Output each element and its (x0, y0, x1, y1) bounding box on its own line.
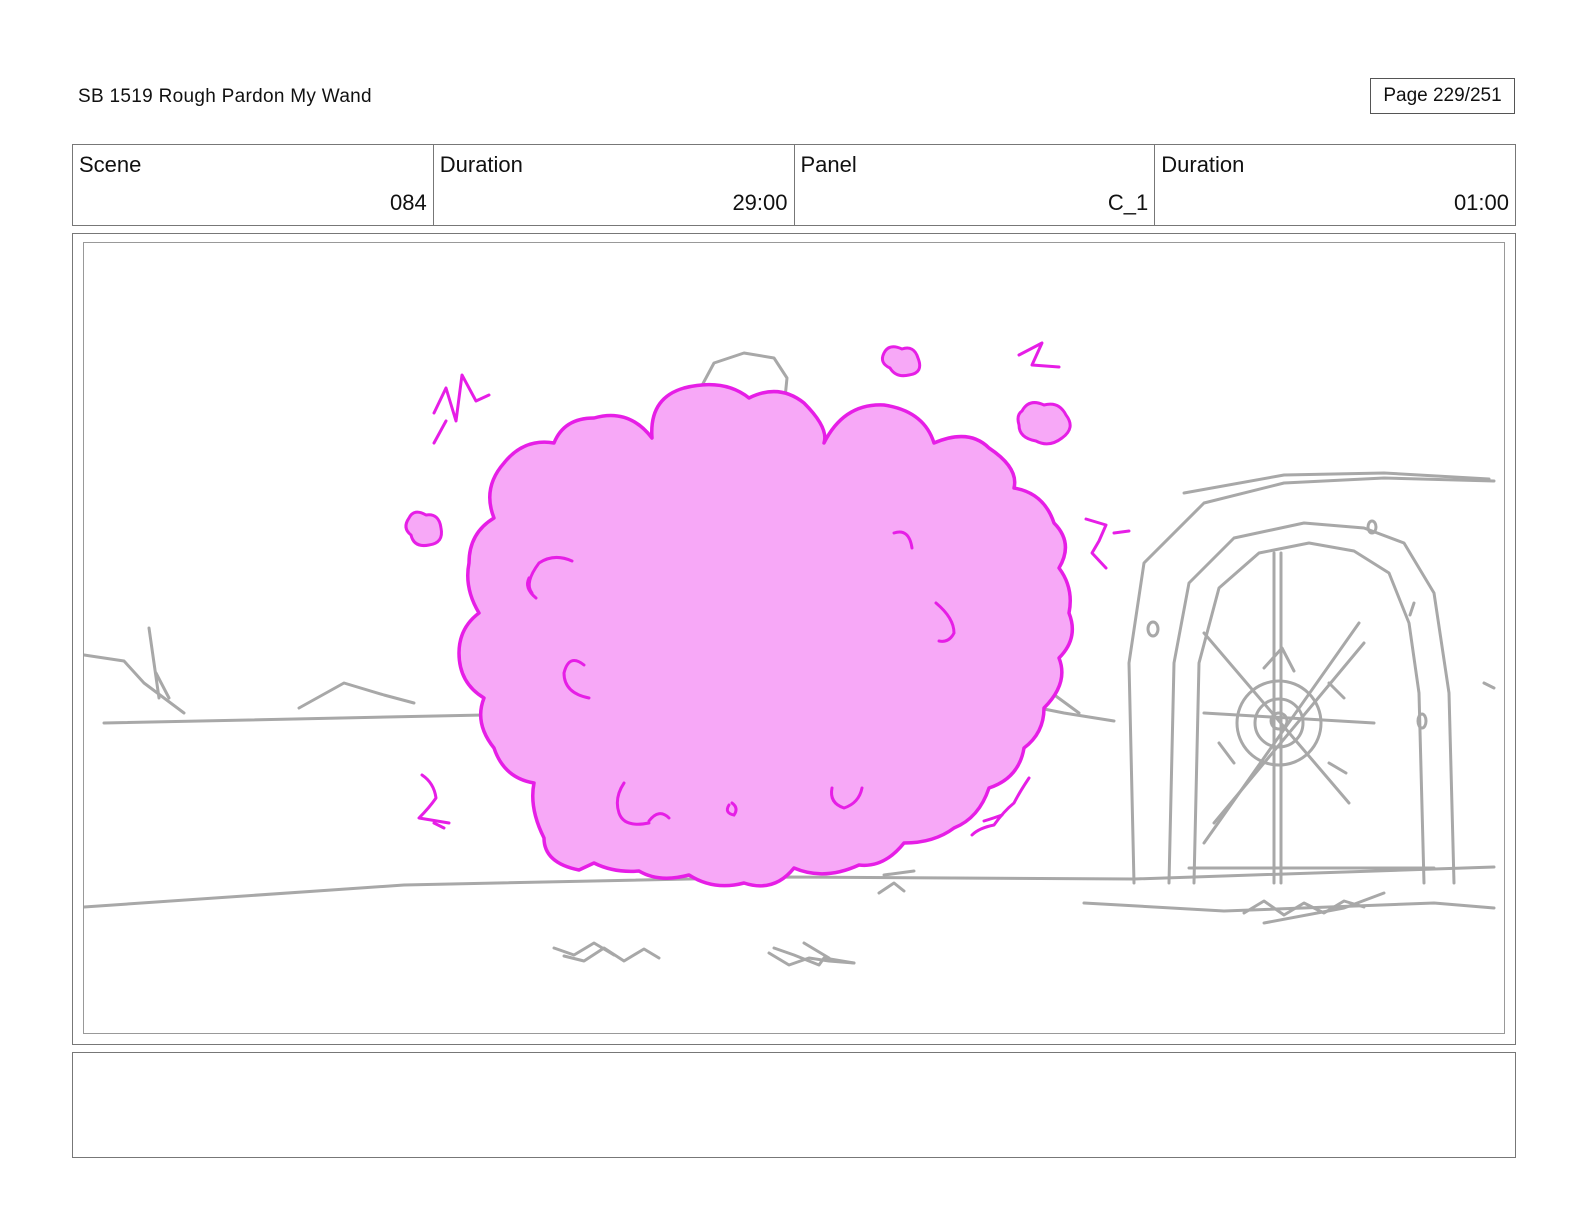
panel-duration-value: 01:00 (1453, 190, 1509, 215)
scene-value: 084 (390, 190, 427, 215)
page-number: Page 229/251 (1370, 78, 1515, 114)
scene-duration-value: 29:00 (732, 190, 788, 215)
scene-cell: Scene 084 (73, 145, 434, 225)
magic-cloud (457, 382, 1075, 888)
storyboard-panel-frame (72, 233, 1516, 1045)
panel-cell: Panel C_1 (795, 145, 1156, 225)
panel-info-table: Scene 084 Duration 29:00 Panel C_1 Durat… (72, 144, 1516, 226)
scene-duration-label: Duration (439, 152, 523, 177)
document-title: SB 1519 Rough Pardon My Wand (78, 86, 372, 107)
panel-label: Panel (800, 152, 857, 177)
panel-duration-label: Duration (1161, 152, 1245, 177)
storyboard-panel-image (83, 242, 1505, 1034)
scene-duration-cell: Duration 29:00 (434, 145, 795, 225)
panel-notes-box (72, 1052, 1516, 1158)
panel-sketch (84, 341, 1496, 967)
panel-duration-cell: Duration 01:00 (1155, 145, 1515, 225)
panel-value: C_1 (1107, 190, 1149, 215)
scene-label: Scene (79, 152, 142, 177)
